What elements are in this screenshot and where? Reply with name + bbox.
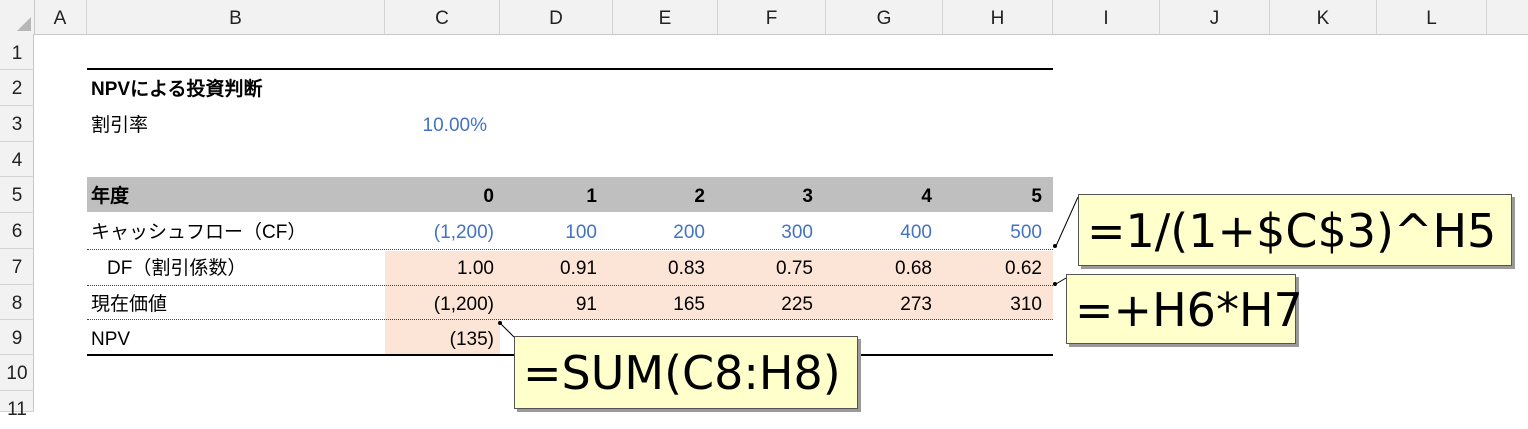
cash-flow-cell-e[interactable]: 200 — [613, 213, 705, 249]
row-header-5[interactable]: 5 — [0, 177, 34, 213]
select-all-corner[interactable] — [0, 0, 35, 34]
npv-formula-callout: =SUM(C8:H8) — [514, 336, 858, 409]
discount-factor-label: DF（割引係数） — [107, 258, 247, 279]
column-header-k[interactable]: K — [1270, 0, 1377, 34]
cash-flow-cell-h[interactable]: 500 — [943, 213, 1042, 249]
present-value-label: 現在価値 — [91, 294, 168, 315]
column-header-i[interactable]: I — [1053, 0, 1160, 34]
column-header-j[interactable]: J — [1160, 0, 1270, 34]
year-cell-d[interactable]: 1 — [500, 177, 597, 213]
row-header-7[interactable]: 7 — [0, 249, 34, 285]
column-header-e[interactable]: E — [613, 0, 718, 34]
discount-rate-value[interactable]: 10.00% — [390, 106, 487, 142]
present-value-cell-d[interactable]: 91 — [500, 285, 597, 321]
discount-factor-cell-g[interactable]: 0.68 — [826, 249, 932, 285]
present-value-cell-e[interactable]: 165 — [613, 285, 705, 321]
discount-factor-cell-h[interactable]: 0.62 — [943, 249, 1042, 285]
present-value-cell-c[interactable]: (1,200) — [390, 285, 494, 321]
present-value-cell-f[interactable]: 225 — [718, 285, 813, 321]
discount-factor-cell-f[interactable]: 0.75 — [718, 249, 813, 285]
discount-factor-cell-d[interactable]: 0.91 — [500, 249, 597, 285]
npv-value[interactable]: (135) — [390, 320, 494, 356]
column-header-a[interactable]: A — [34, 0, 87, 34]
cash-flow-cell-c[interactable]: (1,200) — [390, 213, 494, 249]
row-header-6[interactable]: 6 — [0, 213, 34, 249]
row-header-10[interactable]: 10 — [0, 355, 34, 391]
row-header-1[interactable]: 1 — [0, 35, 34, 70]
column-header-b[interactable]: B — [87, 0, 385, 34]
year-cell-e[interactable]: 2 — [613, 177, 705, 213]
column-header-g[interactable]: G — [826, 0, 943, 34]
sheet-title: NPVによる投資判断 — [91, 79, 263, 100]
df-formula-callout: =1/(1+$C$3)^H5 — [1078, 194, 1512, 266]
discount-rate-label: 割引率 — [91, 115, 149, 136]
year-cell-f[interactable]: 3 — [718, 177, 813, 213]
row-header-11[interactable]: 11 — [0, 391, 34, 420]
column-header-d[interactable]: D — [500, 0, 613, 34]
cash-flow-cell-g[interactable]: 400 — [826, 213, 932, 249]
cash-flow-label: キャッシュフロー（CF） — [91, 222, 307, 243]
year-cell-h[interactable]: 5 — [943, 177, 1042, 213]
column-header-l[interactable]: L — [1377, 0, 1487, 34]
column-header-h[interactable]: H — [943, 0, 1053, 34]
row-header-8[interactable]: 8 — [0, 285, 34, 320]
select-all-triangle-icon — [17, 17, 31, 31]
discount-factor-cell-e[interactable]: 0.83 — [613, 249, 705, 285]
pv-formula-callout: =+H6*H7 — [1066, 274, 1303, 344]
cash-flow-cell-d[interactable]: 100 — [500, 213, 597, 249]
row-header-9[interactable]: 9 — [0, 320, 34, 355]
year-label: 年度 — [91, 186, 130, 207]
column-header-f[interactable]: F — [718, 0, 826, 34]
row-header-4[interactable]: 4 — [0, 142, 34, 177]
present-value-cell-g[interactable]: 273 — [826, 285, 932, 321]
year-cell-g[interactable]: 4 — [826, 177, 932, 213]
cash-flow-cell-f[interactable]: 300 — [718, 213, 813, 249]
npv-label: NPV — [91, 329, 131, 350]
column-header-c[interactable]: C — [385, 0, 500, 34]
present-value-cell-h[interactable]: 310 — [943, 285, 1042, 321]
row-header-2[interactable]: 2 — [0, 70, 34, 106]
row-header-3[interactable]: 3 — [0, 106, 34, 142]
discount-factor-cell-c[interactable]: 1.00 — [390, 249, 494, 285]
year-cell-c[interactable]: 0 — [390, 177, 494, 213]
